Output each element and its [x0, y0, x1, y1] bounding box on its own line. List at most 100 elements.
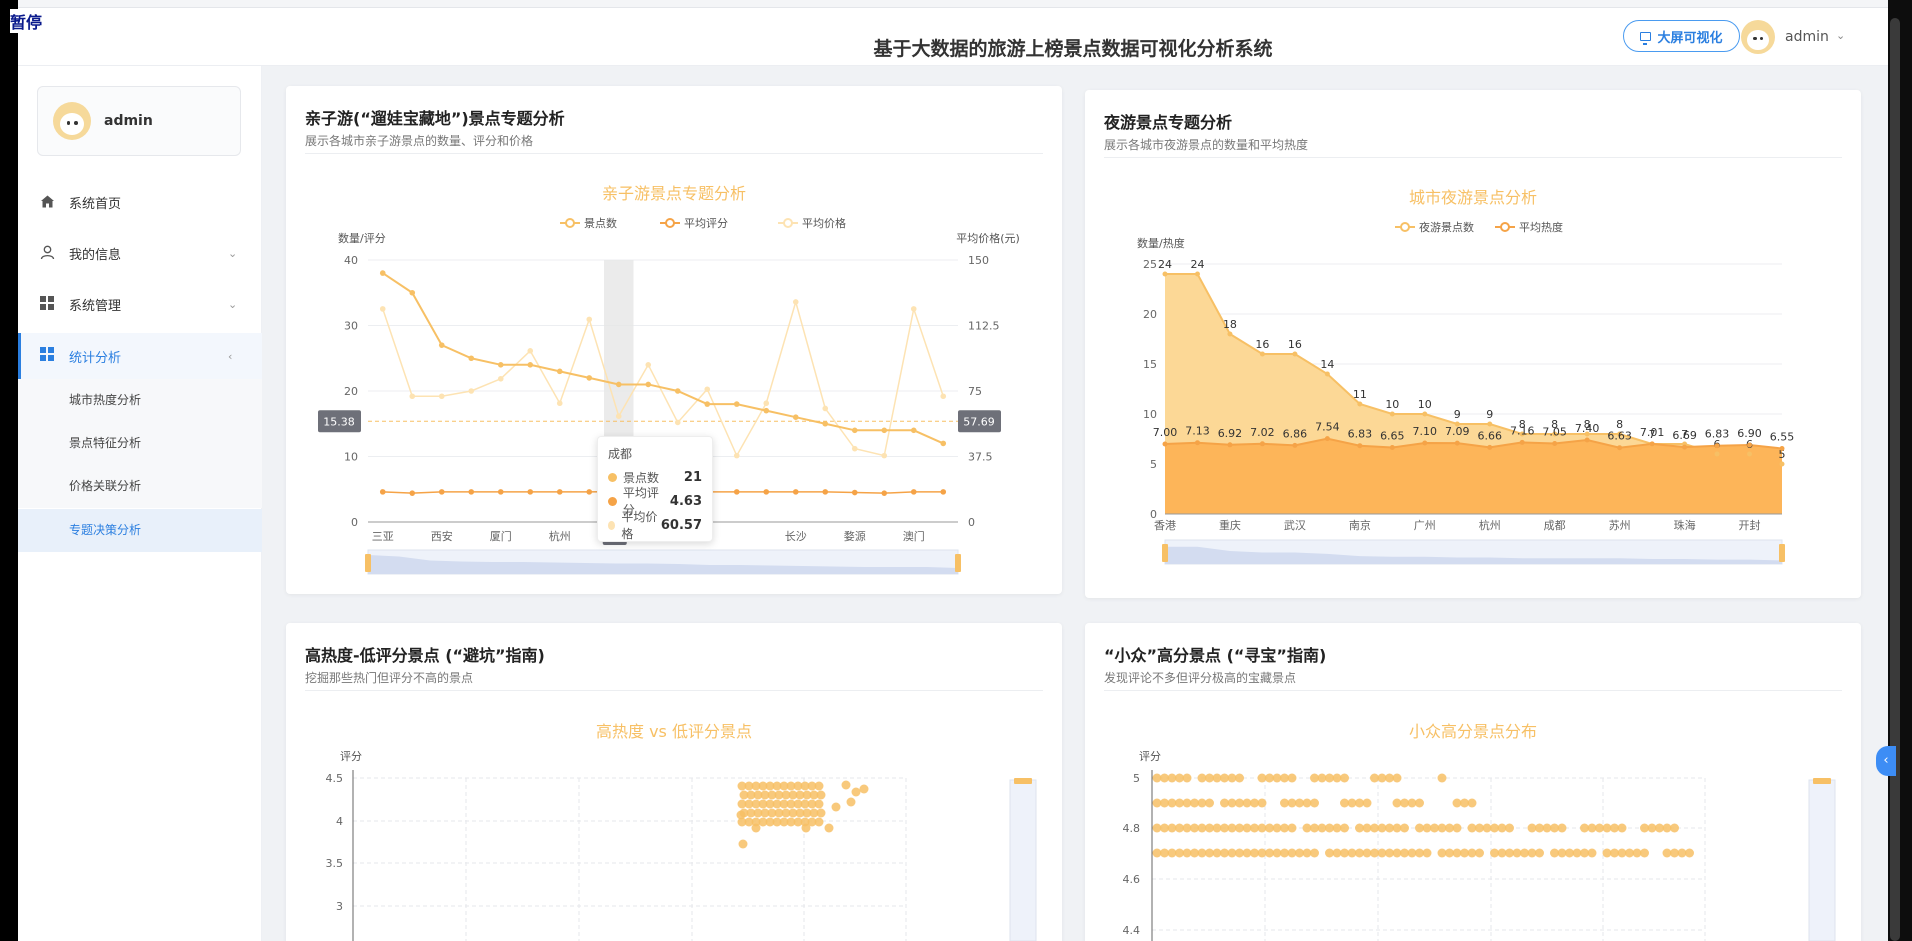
sidebar-subitem-city-heat[interactable]: 城市热度分析 — [18, 379, 262, 422]
tooltip-label: 平均价格 — [621, 510, 658, 541]
data-point — [1649, 441, 1655, 447]
data-label: 7.40 — [1575, 422, 1600, 435]
card-title: 亲子游(“遛娃宝藏地”)景点专题分析 — [305, 109, 565, 128]
data-label: 6.69 — [1672, 429, 1697, 442]
series-dot — [608, 472, 617, 482]
data-point — [910, 306, 917, 312]
user-icon — [40, 245, 56, 261]
legend-marker — [565, 218, 575, 228]
pause-label[interactable]: 暂停 — [10, 9, 43, 33]
data-point — [1162, 271, 1168, 277]
data-point — [586, 316, 593, 323]
data-label: 6.65 — [1380, 430, 1405, 443]
y-tick-label: 40 — [344, 254, 358, 267]
night-chart[interactable]: 城市夜游景点分析夜游景点数 平均热度数量/热度0510152025 24 241816… — [1085, 180, 1861, 590]
x-tick-label: 香港 — [1154, 519, 1176, 532]
data-point — [1452, 823, 1462, 833]
data-point — [468, 489, 475, 495]
y-tick-label: 4.5 — [326, 772, 344, 785]
data-point — [822, 420, 829, 427]
sidebar-item-my-info[interactable]: 我的信息 ⌄ — [18, 231, 262, 275]
data-point — [763, 489, 770, 495]
data-point — [556, 489, 563, 495]
grid-icon — [40, 347, 56, 363]
data-label: 7.10 — [1413, 425, 1438, 438]
data-point — [379, 489, 386, 495]
x-tick-label: 长沙 — [785, 530, 807, 543]
data-point — [1714, 451, 1720, 457]
data-point — [1287, 823, 1297, 833]
data-point — [527, 489, 534, 495]
sidebar-item-label: 统计分析 — [69, 350, 122, 366]
user-card-name: admin — [104, 113, 153, 129]
data-label: 10 — [1385, 398, 1399, 411]
legend-label: 夜游景点数 — [1419, 220, 1474, 234]
data-point — [1194, 271, 1200, 277]
tooltip-value: 60.57 — [660, 517, 702, 533]
data-point — [1362, 798, 1372, 808]
legend-label: 平均热度 — [1519, 220, 1563, 234]
data-label: 9 — [1486, 408, 1493, 421]
avoid-chart[interactable]: 高热度 vs 低评分景点评分 4.5 4 3.5 3 — [286, 710, 1062, 941]
y-right-tick-label: 0 — [968, 516, 975, 529]
y-tick-label: 5 — [1133, 772, 1140, 785]
series-line — [382, 272, 944, 445]
collapse-tab-button[interactable]: ‹ — [1876, 746, 1896, 776]
data-point — [409, 289, 416, 296]
data-point — [645, 362, 652, 368]
data-point — [1519, 439, 1525, 445]
data-point — [816, 808, 826, 818]
data-point — [841, 780, 851, 790]
data-point — [1194, 440, 1200, 446]
data-point — [1340, 823, 1349, 833]
sidebar-subitem-features[interactable]: 景点特征分析 — [18, 422, 262, 465]
top-strip — [0, 0, 1892, 8]
data-point — [645, 381, 652, 388]
data-point — [814, 799, 824, 809]
data-point — [1389, 411, 1395, 417]
card-title: 夜游景点专题分析 — [1104, 113, 1233, 132]
series-dot — [608, 496, 617, 506]
sidebar-item-system[interactable]: 系统管理 ⌄ — [18, 282, 262, 326]
avatar[interactable] — [1741, 20, 1775, 54]
data-label: 24 — [1158, 258, 1172, 271]
sidebar-item-statistics[interactable]: 统计分析 ‹ — [18, 333, 262, 379]
data-point — [674, 388, 681, 394]
scrollbar-thumb[interactable] — [1890, 18, 1900, 941]
data-point — [733, 401, 740, 407]
data-point — [1324, 436, 1330, 442]
data-point — [1584, 437, 1590, 443]
chart-title: 高热度 vs 低评分景点 — [596, 722, 752, 741]
data-label: 6.63 — [1607, 430, 1632, 443]
card-title: 高热度-低评分景点 (“避坑”指南) — [305, 646, 545, 665]
data-point — [1310, 798, 1319, 808]
sidebar-subitem-price[interactable]: 价格关联分析 — [18, 465, 262, 508]
header-username[interactable]: admin — [1785, 29, 1829, 45]
data-point — [527, 348, 534, 354]
app-window: 基于大数据的旅游上榜景点数据可视化分析系统 大屏可视化 admin ⌄ 暂停 a… — [0, 0, 1912, 941]
data-point — [1670, 823, 1679, 833]
tooltip-value: 21 — [683, 469, 702, 485]
y-tick-label: 4 — [336, 815, 343, 828]
chevron-down-icon[interactable]: ⌄ — [1836, 29, 1845, 42]
x-tick-label: 广州 — [1414, 519, 1436, 532]
sidebar-subitem-decision[interactable]: 专题决策分析 — [18, 509, 262, 552]
sidebar-item-label: 系统管理 — [69, 298, 122, 314]
data-point — [497, 362, 504, 368]
data-point — [1779, 461, 1785, 467]
y-tick-label: 15 — [1143, 358, 1157, 371]
sidebar-item-home[interactable]: 系统首页 — [18, 180, 262, 224]
data-point — [1505, 823, 1514, 833]
y-tick-label: 4.8 — [1123, 822, 1141, 835]
data-point — [1310, 848, 1319, 858]
divider — [1104, 690, 1842, 691]
bigscreen-button[interactable]: 大屏可视化 — [1623, 20, 1740, 52]
data-point — [615, 413, 622, 420]
data-point — [468, 355, 475, 362]
niche-chart[interactable]: 小众高分景点分布评分 5 4.8 4.6 4.4 — [1085, 710, 1861, 941]
data-point — [1437, 773, 1447, 783]
avatar — [53, 102, 91, 140]
data-label: 9 — [1454, 408, 1461, 421]
data-point — [940, 440, 947, 447]
x-tick-label: 厦门 — [490, 529, 512, 543]
